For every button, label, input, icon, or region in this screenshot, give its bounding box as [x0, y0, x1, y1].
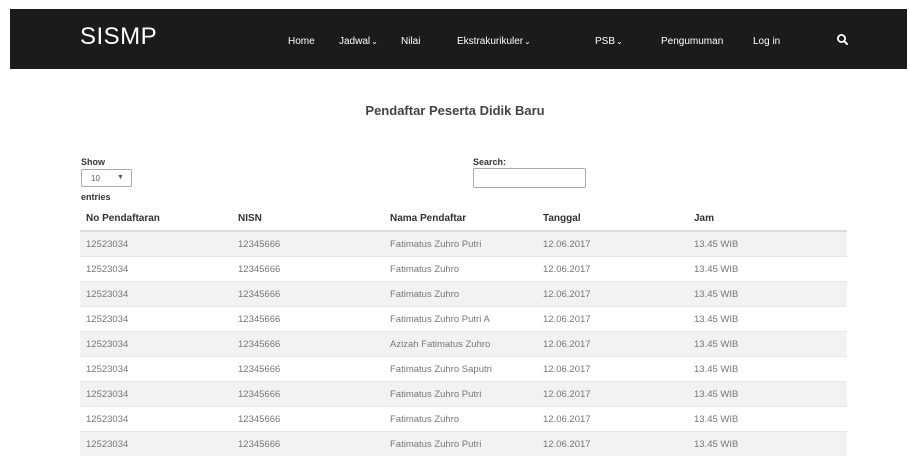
cell-nama-pendaftar: Fatimatus Zuhro: [384, 282, 537, 307]
cell-tanggal: 12.06.2017: [537, 282, 688, 307]
table-row: 1252303412345666Azizah Fatimatus Zuhro12…: [80, 332, 847, 357]
cell-tanggal: 12.06.2017: [537, 332, 688, 357]
column-header-nisn[interactable]: NISN: [232, 207, 384, 231]
entries-length-value: 10: [91, 174, 100, 183]
nav-item-pengumuman[interactable]: Pengumuman: [661, 36, 723, 47]
cell-nama-pendaftar: Fatimatus Zuhro Putri: [384, 382, 537, 407]
cell-jam: 13.45 WIB: [688, 382, 847, 407]
nav-item-home[interactable]: Home: [288, 36, 315, 47]
registrants-table: No Pendaftaran NISN Nama Pendaftar Tangg…: [80, 207, 847, 456]
cell-no-pendaftaran: 12523034: [80, 407, 232, 432]
cell-jam: 13.45 WIB: [688, 357, 847, 382]
table-row: 1252303412345666Fatimatus Zuhro12.06.201…: [80, 282, 847, 307]
cell-nisn: 12345666: [232, 257, 384, 282]
nav-item-label: PSB: [595, 36, 615, 47]
nav-item-label: Pengumuman: [661, 36, 723, 47]
search-input[interactable]: [473, 168, 586, 188]
cell-nama-pendaftar: Fatimatus Zuhro: [384, 257, 537, 282]
nav-item-ekstrakurikuler[interactable]: Ekstrakurikuler⌄: [457, 36, 531, 47]
nav-item-label: Ekstrakurikuler: [457, 36, 523, 47]
cell-tanggal: 12.06.2017: [537, 432, 688, 456]
cell-nisn: 12345666: [232, 382, 384, 407]
nav-item-label: Log in: [753, 36, 780, 47]
nav-item-nilai[interactable]: Nilai: [401, 36, 420, 47]
navbar: SISMP Home Jadwal⌄ Nilai Ekstrakurikuler…: [10, 9, 907, 69]
cell-tanggal: 12.06.2017: [537, 382, 688, 407]
table-row: 1252303412345666Fatimatus Zuhro Putri12.…: [80, 382, 847, 407]
column-header-tanggal[interactable]: Tanggal: [537, 207, 688, 231]
cell-nama-pendaftar: Fatimatus Zuhro Putri: [384, 432, 537, 456]
brand-logo[interactable]: SISMP: [80, 23, 157, 51]
cell-tanggal: 12.06.2017: [537, 231, 688, 257]
cell-no-pendaftaran: 12523034: [80, 382, 232, 407]
cell-jam: 13.45 WIB: [688, 307, 847, 332]
chevron-down-icon: ⌄: [524, 37, 531, 46]
table-header-row: No Pendaftaran NISN Nama Pendaftar Tangg…: [80, 207, 847, 231]
entries-label: entries: [81, 192, 111, 202]
table-row: 1252303412345666Fatimatus Zuhro Saputri1…: [80, 357, 847, 382]
cell-no-pendaftaran: 12523034: [80, 332, 232, 357]
search-label: Search:: [473, 157, 506, 167]
cell-nama-pendaftar: Fatimatus Zuhro: [384, 407, 537, 432]
cell-tanggal: 12.06.2017: [537, 257, 688, 282]
show-label: Show: [81, 157, 105, 167]
column-header-no-pendaftaran[interactable]: No Pendaftaran: [80, 207, 232, 231]
column-header-nama-pendaftar[interactable]: Nama Pendaftar: [384, 207, 537, 231]
cell-tanggal: 12.06.2017: [537, 357, 688, 382]
cell-tanggal: 12.06.2017: [537, 407, 688, 432]
cell-jam: 13.45 WIB: [688, 231, 847, 257]
cell-tanggal: 12.06.2017: [537, 307, 688, 332]
cell-jam: 13.45 WIB: [688, 407, 847, 432]
cell-no-pendaftaran: 12523034: [80, 357, 232, 382]
table-row: 1252303412345666Fatimatus Zuhro Putri12.…: [80, 231, 847, 257]
nav-item-jadwal[interactable]: Jadwal⌄: [339, 36, 378, 47]
cell-nisn: 12345666: [232, 307, 384, 332]
cell-no-pendaftaran: 12523034: [80, 432, 232, 456]
cell-nama-pendaftar: Fatimatus Zuhro Putri A: [384, 307, 537, 332]
table-body: 1252303412345666Fatimatus Zuhro Putri12.…: [80, 231, 847, 456]
nav-item-label: Jadwal: [339, 36, 370, 47]
cell-nama-pendaftar: Fatimatus Zuhro Putri: [384, 231, 537, 257]
table-row: 1252303412345666Fatimatus Zuhro12.06.201…: [80, 407, 847, 432]
cell-nisn: 12345666: [232, 231, 384, 257]
page-title: Pendaftar Peserta Didik Baru: [0, 103, 910, 118]
nav-item-label: Nilai: [401, 36, 420, 47]
search-icon[interactable]: [836, 33, 850, 47]
cell-nama-pendaftar: Azizah Fatimatus Zuhro: [384, 332, 537, 357]
cell-nama-pendaftar: Fatimatus Zuhro Saputri: [384, 357, 537, 382]
column-header-jam[interactable]: Jam: [688, 207, 847, 231]
cell-nisn: 12345666: [232, 332, 384, 357]
cell-no-pendaftaran: 12523034: [80, 282, 232, 307]
cell-nisn: 12345666: [232, 357, 384, 382]
cell-nisn: 12345666: [232, 407, 384, 432]
cell-jam: 13.45 WIB: [688, 432, 847, 456]
cell-no-pendaftaran: 12523034: [80, 231, 232, 257]
cell-jam: 13.45 WIB: [688, 257, 847, 282]
cell-no-pendaftaran: 12523034: [80, 257, 232, 282]
cell-jam: 13.45 WIB: [688, 332, 847, 357]
nav-item-login[interactable]: Log in: [753, 36, 780, 47]
cell-jam: 13.45 WIB: [688, 282, 847, 307]
nav-item-label: Home: [288, 36, 315, 47]
table-row: 1252303412345666Fatimatus Zuhro Putri A1…: [80, 307, 847, 332]
entries-length-select[interactable]: 10 ▼: [81, 169, 132, 187]
table-row: 1252303412345666Fatimatus Zuhro Putri12.…: [80, 432, 847, 456]
cell-nisn: 12345666: [232, 432, 384, 456]
table-row: 1252303412345666Fatimatus Zuhro12.06.201…: [80, 257, 847, 282]
nav-item-psb[interactable]: PSB ⌄: [595, 36, 623, 47]
cell-nisn: 12345666: [232, 282, 384, 307]
dropdown-arrow-icon: ▼: [117, 174, 124, 181]
cell-no-pendaftaran: 12523034: [80, 307, 232, 332]
chevron-down-icon: ⌄: [371, 37, 378, 46]
chevron-down-icon: ⌄: [616, 37, 623, 46]
